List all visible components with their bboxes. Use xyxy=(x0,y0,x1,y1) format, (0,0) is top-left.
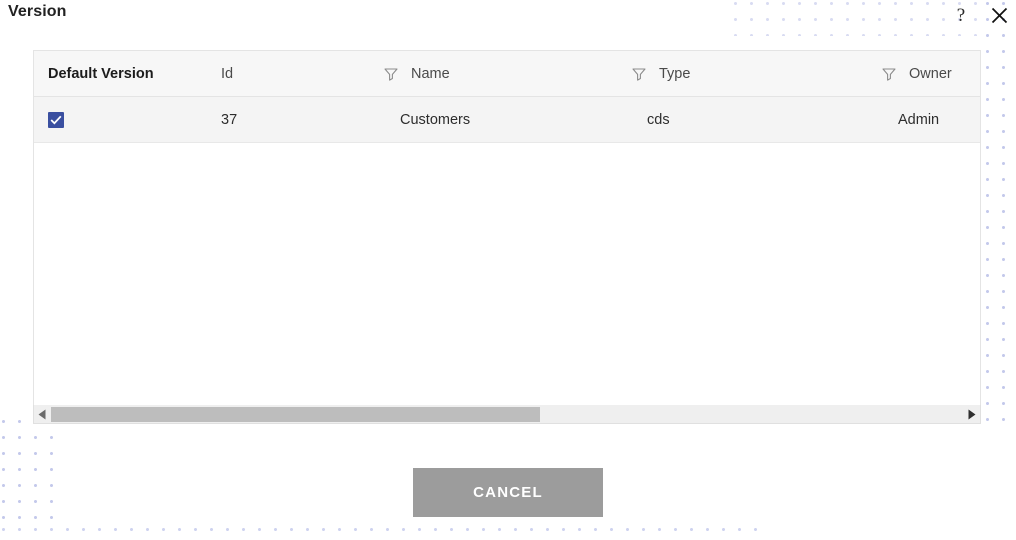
close-icon[interactable] xyxy=(988,4,1010,26)
filter-icon[interactable] xyxy=(383,66,399,82)
cell-default-version xyxy=(34,96,194,143)
dot-pattern-bottom-band xyxy=(0,526,760,540)
filter-icon[interactable] xyxy=(881,66,897,82)
triangle-left-icon[interactable] xyxy=(34,406,51,423)
cancel-button[interactable]: CANCEL xyxy=(413,468,603,517)
column-header-owner[interactable]: Owner xyxy=(881,51,980,97)
column-header-label: Default Version xyxy=(48,65,154,82)
table-empty-area xyxy=(34,143,980,407)
column-header-label: Owner xyxy=(909,65,952,82)
dot-pattern-right-edge xyxy=(984,0,1016,432)
cell-value: cds xyxy=(647,111,670,128)
column-header-type[interactable]: Type xyxy=(631,51,881,97)
question-mark-icon[interactable]: ? xyxy=(950,4,972,26)
page-title: Version xyxy=(8,3,67,20)
filter-icon[interactable] xyxy=(631,66,647,82)
column-header-label: Type xyxy=(659,65,691,82)
column-header-label: Id xyxy=(221,65,234,82)
question-mark-glyph: ? xyxy=(956,4,966,26)
column-header-label: Name xyxy=(411,65,450,82)
header-actions: ? xyxy=(950,0,1010,30)
column-header-name[interactable]: Name xyxy=(383,51,631,97)
version-table: Default Version Id Name Type Owner 37 Cu… xyxy=(33,50,981,407)
scrollbar-thumb[interactable] xyxy=(51,406,540,422)
column-header-id[interactable]: Id xyxy=(194,51,383,97)
cell-name: Customers xyxy=(383,96,631,143)
table-grid: Default Version Id Name Type Owner 37 Cu… xyxy=(34,51,980,143)
table-row[interactable]: 37 Customers cds Admin xyxy=(34,96,980,143)
horizontal-scrollbar[interactable] xyxy=(33,405,981,424)
scrollbar-track[interactable] xyxy=(51,406,963,423)
triangle-right-icon[interactable] xyxy=(963,406,980,423)
cell-value: Customers xyxy=(400,111,471,128)
table-header-row: Default Version Id Name Type Owner xyxy=(34,51,980,97)
cell-type: cds xyxy=(631,96,881,143)
cell-value: Admin xyxy=(898,111,940,128)
cell-owner: Admin xyxy=(881,96,980,143)
cell-value: 37 xyxy=(221,111,238,128)
dialog-footer: CANCEL xyxy=(0,468,1016,517)
default-version-checkbox[interactable] xyxy=(48,111,64,128)
column-header-default-version[interactable]: Default Version xyxy=(34,51,194,97)
cell-id: 37 xyxy=(194,96,383,143)
dot-pattern-top-right-band xyxy=(732,0,984,36)
